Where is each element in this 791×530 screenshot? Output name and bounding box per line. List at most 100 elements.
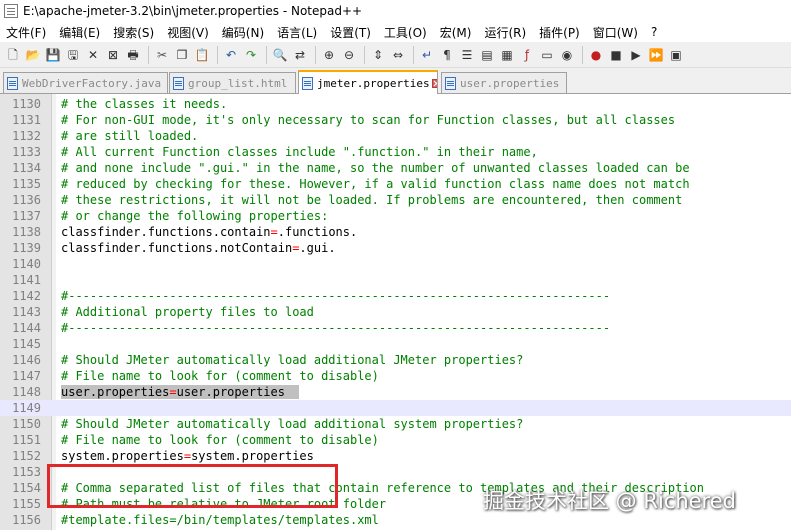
editor[interactable]: 1130 # the classes it needs. 1131 # For non…: [0, 94, 791, 530]
redo-icon[interactable]: ↷: [242, 46, 260, 64]
menu-item[interactable]: 运行(R): [478, 24, 533, 41]
cut-icon[interactable]: ✂: [153, 46, 171, 64]
zoom-out-icon[interactable]: ⊖: [340, 46, 358, 64]
property-value: .gui.: [299, 241, 336, 255]
new-file-icon[interactable]: 🗋: [4, 46, 22, 64]
menu-item[interactable]: 宏(M): [434, 24, 479, 41]
menu-item[interactable]: 编辑(E): [53, 24, 107, 41]
property-value: system.properties: [191, 449, 314, 463]
line-number: 1132: [12, 129, 41, 143]
menu-item[interactable]: 文件(F): [0, 24, 53, 41]
toolbar-separator: [148, 45, 149, 64]
tab-webdriverfactory-java[interactable]: WebDriverFactory.java: [3, 72, 168, 93]
comment-text: #---------------------------------------…: [61, 321, 611, 335]
code-line: 1149: [0, 400, 791, 416]
line-code: #---------------------------------------…: [61, 320, 610, 336]
line-number: 1142: [12, 289, 41, 303]
menu-bar: 文件(F) 编辑(E) 搜索(S) 视图(V) 编码(N) 语言(L) 设置(T) 工具(O)…: [0, 22, 791, 42]
line-number: 1151: [12, 433, 41, 447]
sync-v-icon[interactable]: ⇕: [369, 46, 387, 64]
equals-operator: =: [183, 449, 192, 463]
code-line: 1142 #-----------------------------------…: [0, 288, 791, 304]
file-icon: [302, 76, 313, 90]
line-number: 1147: [12, 369, 41, 383]
menu-item[interactable]: 编码(N): [216, 24, 271, 41]
open-file-icon[interactable]: 📂: [24, 46, 42, 64]
menu-item[interactable]: 窗口(W): [587, 24, 645, 41]
line-number: 1152: [12, 449, 41, 463]
line-code: # Path must be relative to JMeter root f…: [61, 496, 386, 512]
property-value: .functions.: [277, 225, 358, 239]
tab-close-icon[interactable]: [431, 78, 437, 88]
tab-group-list-html[interactable]: group_list.html: [169, 72, 296, 93]
code-line: 1148 user.properties=user.properties: [0, 384, 791, 400]
play-macro-icon[interactable]: ▶: [627, 46, 645, 64]
doc-map-icon[interactable]: ▦: [498, 46, 516, 64]
stop-macro-icon[interactable]: ■: [607, 46, 625, 64]
line-number: 1146: [12, 353, 41, 367]
close-icon[interactable]: ✕: [84, 46, 102, 64]
property-key: classfinder.functions.notContain: [61, 241, 293, 255]
tab-bar: WebDriverFactory.java group_list.html jmet…: [0, 70, 791, 94]
save-icon[interactable]: 💾: [44, 46, 62, 64]
code-line: 1152 system.properties=system.properties: [0, 448, 791, 464]
copy-icon[interactable]: ❐: [173, 46, 191, 64]
undo-icon[interactable]: ↶: [222, 46, 240, 64]
menu-item[interactable]: 设置(T): [324, 24, 378, 41]
line-code: classfinder.functions.notContain=.gui.: [61, 240, 336, 256]
menu-item[interactable]: 插件(P): [533, 24, 587, 41]
tab-user-properties[interactable]: user.properties: [441, 72, 567, 93]
menu-item[interactable]: ?: [645, 25, 664, 39]
tab-jmeter-properties[interactable]: jmeter.properties: [298, 70, 438, 94]
paste-icon[interactable]: 📋: [193, 46, 211, 64]
line-code: system.properties=system.properties: [61, 448, 314, 464]
run-macro-multiple-icon[interactable]: ⏩: [647, 46, 665, 64]
line-number: 1150: [12, 417, 41, 431]
comment-text: # Path must be relative to JMeter root f…: [61, 497, 387, 511]
line-number: 1135: [12, 177, 41, 191]
line-code: # All current Function classes include "…: [61, 144, 538, 160]
code-line: 1144 #-----------------------------------…: [0, 320, 791, 336]
code-line: 1138 classfinder.functions.contain=.funct…: [0, 224, 791, 240]
record-macro-icon[interactable]: ●: [587, 46, 605, 64]
line-code: # and none include ".gui." in the name, …: [61, 160, 690, 176]
print-icon[interactable]: 🖶: [124, 46, 142, 64]
function-list-icon[interactable]: ƒ: [518, 46, 536, 64]
save-all-icon[interactable]: 🖫: [64, 46, 82, 64]
zoom-in-icon[interactable]: ⊕: [320, 46, 338, 64]
title-bar: E:\apache-jmeter-3.2\bin\jmeter.properti…: [0, 0, 791, 22]
indent-guide-icon[interactable]: ☰: [458, 46, 476, 64]
folder-workspace-icon[interactable]: ▭: [538, 46, 556, 64]
menu-item[interactable]: 搜索(S): [107, 24, 161, 41]
show-all-chars-icon[interactable]: ¶: [438, 46, 456, 64]
line-number: 1153: [12, 465, 41, 479]
line-number: 1140: [12, 257, 41, 271]
menu-item[interactable]: 语言(L): [271, 24, 324, 41]
line-number: 1145: [12, 337, 41, 351]
comment-text: # Additional property files to load: [61, 305, 314, 319]
close-all-icon[interactable]: ⊠: [104, 46, 122, 64]
line-number: 1130: [12, 97, 41, 111]
code-line: 1150 # Should JMeter automatically load a…: [0, 416, 791, 432]
sync-h-icon[interactable]: ⇔: [389, 46, 407, 64]
line-number: 1134: [12, 161, 41, 175]
replace-icon[interactable]: ⇄: [291, 46, 309, 64]
find-icon[interactable]: 🔍: [271, 46, 289, 64]
word-wrap-icon[interactable]: ↵: [418, 46, 436, 64]
line-number: 1156: [12, 513, 41, 527]
comment-text: # and none include ".gui." in the name, …: [61, 161, 690, 175]
code-line: 1134 # and none include ".gui." in the na…: [0, 160, 791, 176]
file-icon: [7, 76, 18, 90]
monitor-icon[interactable]: ◉: [558, 46, 576, 64]
line-code: # Should JMeter automatically load addit…: [61, 352, 523, 368]
menu-item[interactable]: 工具(O): [378, 24, 434, 41]
code-line: 1151 # File name to look for (comment to …: [0, 432, 791, 448]
save-macro-icon[interactable]: ▣: [667, 46, 685, 64]
code-line: 1141: [0, 272, 791, 288]
user-lang-icon[interactable]: ▤: [478, 46, 496, 64]
line-number: 1149: [12, 401, 41, 415]
line-number: 1139: [12, 241, 41, 255]
line-number: 1133: [12, 145, 41, 159]
menu-item[interactable]: 视图(V): [161, 24, 216, 41]
code-line: 1136 # these restrictions, it will not be…: [0, 192, 791, 208]
